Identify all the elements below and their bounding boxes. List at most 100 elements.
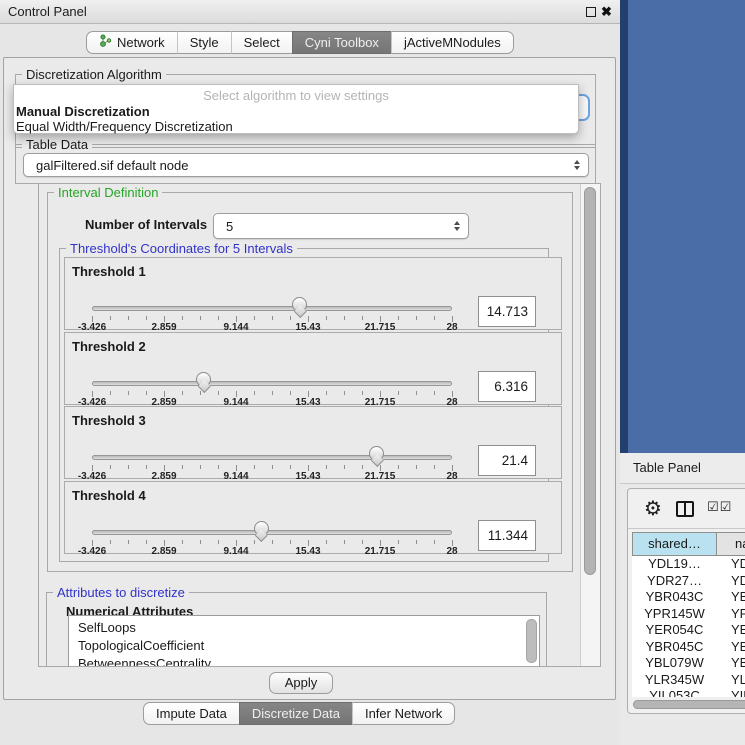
cell-name: YBR0: [717, 639, 745, 656]
tab-style-label: Style: [190, 32, 219, 53]
number-of-intervals-label: Number of Intervals: [85, 217, 207, 232]
tab-discretize-data[interactable]: Discretize Data: [239, 702, 352, 725]
gear-icon[interactable]: ⚙: [644, 496, 662, 520]
tab-jactivemnodules[interactable]: jActiveMNodules: [391, 31, 514, 54]
threshold-value-field[interactable]: 6.316: [478, 371, 536, 402]
cell-name: YER0: [717, 622, 745, 639]
table-row[interactable]: YBR045CYBR0: [632, 639, 745, 656]
tab-impute-data[interactable]: Impute Data: [143, 702, 239, 725]
algorithm-placeholder: Select algorithm to view settings: [14, 88, 578, 103]
slider-track[interactable]: [92, 530, 452, 535]
slider-tick: [272, 465, 273, 469]
slider-tick: [344, 540, 345, 544]
tab-select[interactable]: Select: [231, 31, 292, 54]
settings-scrollbar-thumb[interactable]: [584, 187, 596, 575]
stepper-icon: [574, 160, 580, 170]
tab-style[interactable]: Style: [177, 31, 231, 54]
cell-shared-name: YER054C: [632, 622, 717, 639]
slider-tick: [146, 316, 147, 320]
table-row[interactable]: YBR043CYBR0: [632, 589, 745, 606]
attribute-item-betweennesscentrality[interactable]: BetweennessCentrality: [69, 655, 539, 667]
table-row[interactable]: YLR345WYLR3: [632, 672, 745, 689]
tab-infer-network-label: Infer Network: [365, 703, 442, 724]
threshold-value-field[interactable]: 11.344: [478, 520, 536, 551]
slider-tick: [290, 540, 291, 544]
cell-shared-name: YBL079W: [632, 655, 717, 672]
slider-tick: [146, 391, 147, 395]
settings-scrollbar-track[interactable]: [580, 184, 601, 666]
slider-tick: [434, 540, 435, 544]
slider-tick: [128, 465, 129, 469]
close-icon[interactable]: ✖: [601, 3, 612, 21]
slider-tick: [398, 316, 399, 320]
attribute-item-selfloops[interactable]: SelfLoops: [69, 619, 539, 637]
table-data-combobox[interactable]: galFiltered.sif default node: [23, 153, 589, 177]
table-panel-title: Table Panel: [633, 453, 701, 483]
stepper-icon: [454, 221, 460, 231]
table-hscrollbar-thumb[interactable]: [633, 700, 745, 709]
column-header-shared-name[interactable]: shared…: [632, 532, 717, 556]
popup-option-manual-discretization[interactable]: Manual Discretization: [16, 104, 150, 119]
list-scrollbar[interactable]: [526, 619, 537, 663]
columns-icon[interactable]: [676, 501, 694, 517]
slider-track[interactable]: [92, 455, 452, 460]
slider-track[interactable]: [92, 306, 452, 311]
slider-thumb[interactable]: [196, 372, 211, 387]
threshold-value-field[interactable]: 21.4: [478, 445, 536, 476]
attributes-group-title: Attributes to discretize: [53, 585, 189, 600]
select-columns-icon[interactable]: ☑☑: [707, 500, 732, 515]
algorithm-dropdown-popup: Select algorithm to view settings Manual…: [13, 84, 579, 134]
slider-tick: [272, 316, 273, 320]
apply-button[interactable]: Apply: [269, 672, 333, 694]
attribute-item-topologicalcoefficient[interactable]: TopologicalCoefficient: [69, 637, 539, 655]
column-header-name[interactable]: na: [716, 532, 745, 556]
slider-tick: [128, 316, 129, 320]
popup-option-equal-width[interactable]: Equal Width/Frequency Discretization: [16, 119, 233, 134]
table-row[interactable]: YDR27…YDR2: [632, 573, 745, 590]
slider-thumb[interactable]: [292, 297, 307, 312]
table-hscrollbar[interactable]: [632, 699, 745, 711]
table-row[interactable]: YIL053CYIL0: [632, 688, 745, 697]
number-of-intervals-combobox[interactable]: 5: [213, 213, 469, 239]
numerical-attributes-list[interactable]: SelfLoopsTopologicalCoefficientBetweenne…: [68, 615, 540, 667]
slider-tick: [398, 540, 399, 544]
tab-select-label: Select: [244, 32, 280, 53]
table-row[interactable]: YDL19…YDL1: [632, 556, 745, 573]
slider-thumb[interactable]: [254, 521, 269, 536]
slider-track[interactable]: [92, 381, 452, 386]
slider-tick: [218, 465, 219, 469]
slider-tick: [326, 316, 327, 320]
cell-name: YIL0: [717, 688, 745, 697]
table-row[interactable]: YPR145WYPR1: [632, 606, 745, 623]
slider-tick: [254, 391, 255, 395]
float-window-icon[interactable]: [586, 7, 596, 17]
slider-thumb[interactable]: [369, 446, 384, 461]
slider-tick: [344, 391, 345, 395]
table-toolbar: ⚙ ☑☑: [628, 489, 745, 529]
tab-network[interactable]: Network: [86, 31, 177, 54]
tab-network-label: Network: [117, 32, 165, 53]
slider-tick-label: -3.426: [78, 546, 106, 557]
slider-tick-label: 2.859: [151, 546, 176, 557]
tab-cyni-toolbox-label: Cyni Toolbox: [305, 32, 379, 53]
cell-shared-name: YLR345W: [632, 672, 717, 689]
cell-name: YLR3: [717, 672, 745, 689]
slider-tick: [128, 540, 129, 544]
slider-tick: [272, 391, 273, 395]
slider-tick: [110, 316, 111, 320]
slider-tick: [326, 391, 327, 395]
desktop-edge: [620, 0, 628, 453]
slider-tick: [398, 391, 399, 395]
number-of-intervals-value: 5: [226, 214, 233, 238]
interval-definition-title: Interval Definition: [54, 185, 162, 200]
cell-name: YPR1: [717, 606, 745, 623]
slider-tick: [416, 391, 417, 395]
threshold-value-field[interactable]: 14.713: [478, 296, 536, 327]
threshold-label: Threshold 3: [72, 413, 146, 428]
table-row[interactable]: YBL079WYBL0: [632, 655, 745, 672]
table-row[interactable]: YER054CYER0: [632, 622, 745, 639]
slider-tick: [416, 540, 417, 544]
slider-tick: [398, 465, 399, 469]
tab-cyni-toolbox[interactable]: Cyni Toolbox: [292, 31, 391, 54]
tab-infer-network[interactable]: Infer Network: [352, 702, 455, 725]
